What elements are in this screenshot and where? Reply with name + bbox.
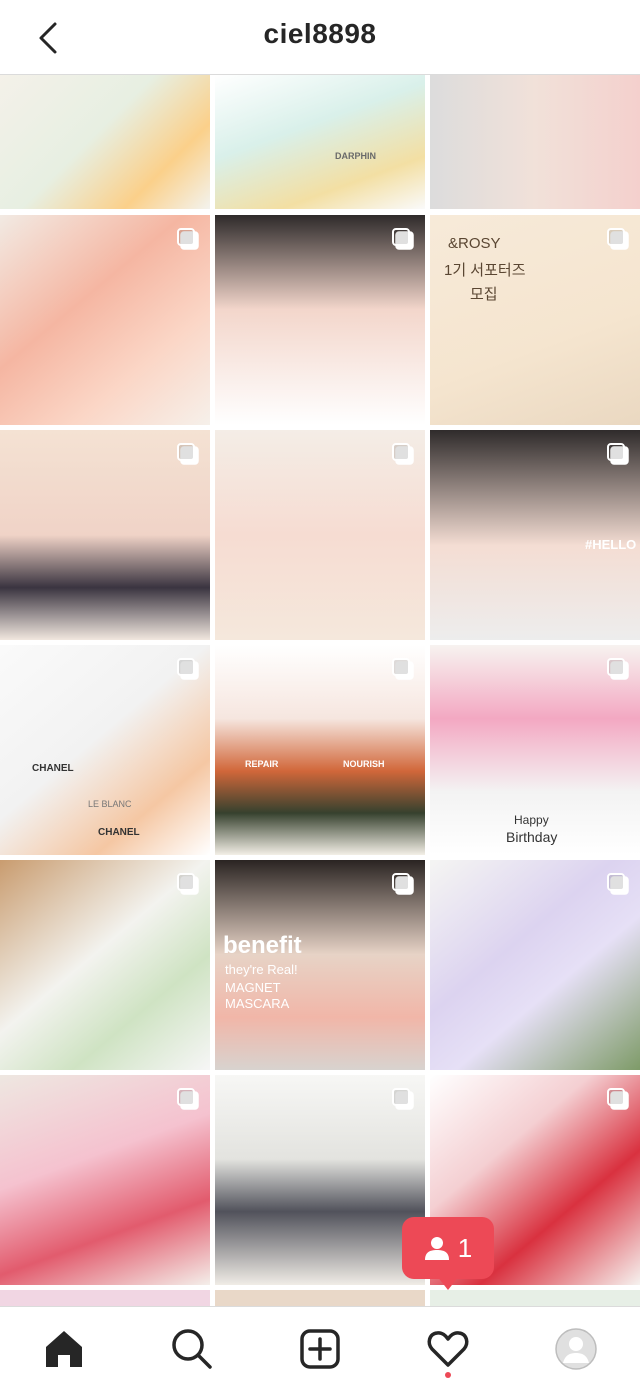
post-thumbnail[interactable] — [215, 430, 425, 640]
multiple-photos-icon — [607, 873, 629, 895]
post-overlay-text: REPAIR — [245, 759, 279, 769]
multiple-photos-icon — [607, 1088, 629, 1110]
search-icon — [172, 1329, 212, 1369]
post-overlay-text: benefit — [223, 932, 302, 959]
post-overlay-text: they're Real! — [225, 962, 298, 977]
multiple-photos-icon — [392, 443, 414, 465]
post-thumbnail[interactable] — [215, 215, 425, 425]
post-thumbnail[interactable]: benefit they're Real! MAGNET MASCARA — [215, 860, 425, 1070]
post-overlay-text: CHANEL — [98, 827, 140, 838]
post-thumbnail[interactable] — [215, 1075, 425, 1285]
post-thumbnail[interactable]: CHANEL LE BLANC CHANEL — [0, 645, 210, 855]
multiple-photos-icon — [177, 1088, 199, 1110]
post-thumbnail[interactable] — [430, 75, 640, 209]
home-icon — [46, 1331, 82, 1367]
nav-new-post[interactable] — [296, 1325, 344, 1373]
post-overlay-text: #HELLO — [585, 537, 637, 552]
post-overlay-text: LE BLANC — [88, 799, 132, 809]
header: ciel8898 — [0, 0, 640, 75]
post-thumbnail[interactable] — [0, 860, 210, 1070]
multiple-photos-icon — [177, 443, 199, 465]
notification-tail — [437, 1276, 459, 1290]
multiple-photos-icon — [392, 228, 414, 250]
activity-indicator-dot — [445, 1372, 451, 1378]
post-overlay-text: CHANEL — [32, 763, 74, 774]
profile-username-title: ciel8898 — [263, 18, 377, 49]
post-overlay-text: MASCARA — [225, 996, 290, 1011]
multiple-photos-icon — [607, 228, 629, 250]
post-thumbnail[interactable]: REPAIR NOURISH — [215, 645, 425, 855]
post-thumbnail[interactable] — [0, 1075, 210, 1285]
multiple-photos-icon — [392, 873, 414, 895]
avatar-icon — [555, 1328, 597, 1370]
multiple-photos-icon — [177, 228, 199, 250]
nav-activity[interactable] — [424, 1325, 472, 1373]
bottom-nav — [0, 1306, 640, 1387]
notification-count: 1 — [457, 1232, 473, 1263]
post-overlay-text: 1기 서포터즈 — [444, 262, 526, 279]
post-overlay-text: &ROSY — [448, 235, 501, 252]
nav-home[interactable] — [40, 1325, 88, 1373]
post-thumbnail[interactable] — [0, 430, 210, 640]
post-overlay-text: MAGNET — [225, 980, 281, 995]
multiple-photos-icon — [392, 1088, 414, 1110]
post-overlay-text: DARPHIN — [335, 151, 377, 161]
new-post-icon — [300, 1329, 340, 1369]
post-thumbnail[interactable] — [0, 75, 210, 209]
post-thumbnail[interactable] — [0, 215, 210, 425]
multiple-photos-icon — [392, 658, 414, 680]
post-thumbnail[interactable]: #HELLO — [430, 430, 640, 640]
multiple-photos-icon — [177, 658, 199, 680]
post-thumbnail[interactable]: Happy Birthday — [430, 645, 640, 855]
post-overlay-text: Birthday — [506, 829, 558, 845]
post-overlay-text: NOURISH — [343, 759, 385, 769]
heart-icon — [427, 1331, 469, 1367]
post-overlay-text: Happy — [514, 813, 549, 827]
multiple-photos-icon — [177, 873, 199, 895]
multiple-photos-icon — [607, 443, 629, 465]
post-overlay-text: 모집 — [470, 286, 498, 303]
post-thumbnail[interactable]: DARPHIN — [215, 75, 425, 209]
nav-profile[interactable] — [552, 1325, 600, 1373]
post-thumbnail[interactable] — [430, 860, 640, 1070]
person-icon — [424, 1237, 449, 1260]
activity-notification-bubble[interactable]: 1 — [402, 1217, 494, 1279]
nav-search[interactable] — [168, 1325, 216, 1373]
post-thumbnail[interactable]: &ROSY 1기 서포터즈모집 — [430, 215, 640, 425]
multiple-photos-icon — [607, 658, 629, 680]
